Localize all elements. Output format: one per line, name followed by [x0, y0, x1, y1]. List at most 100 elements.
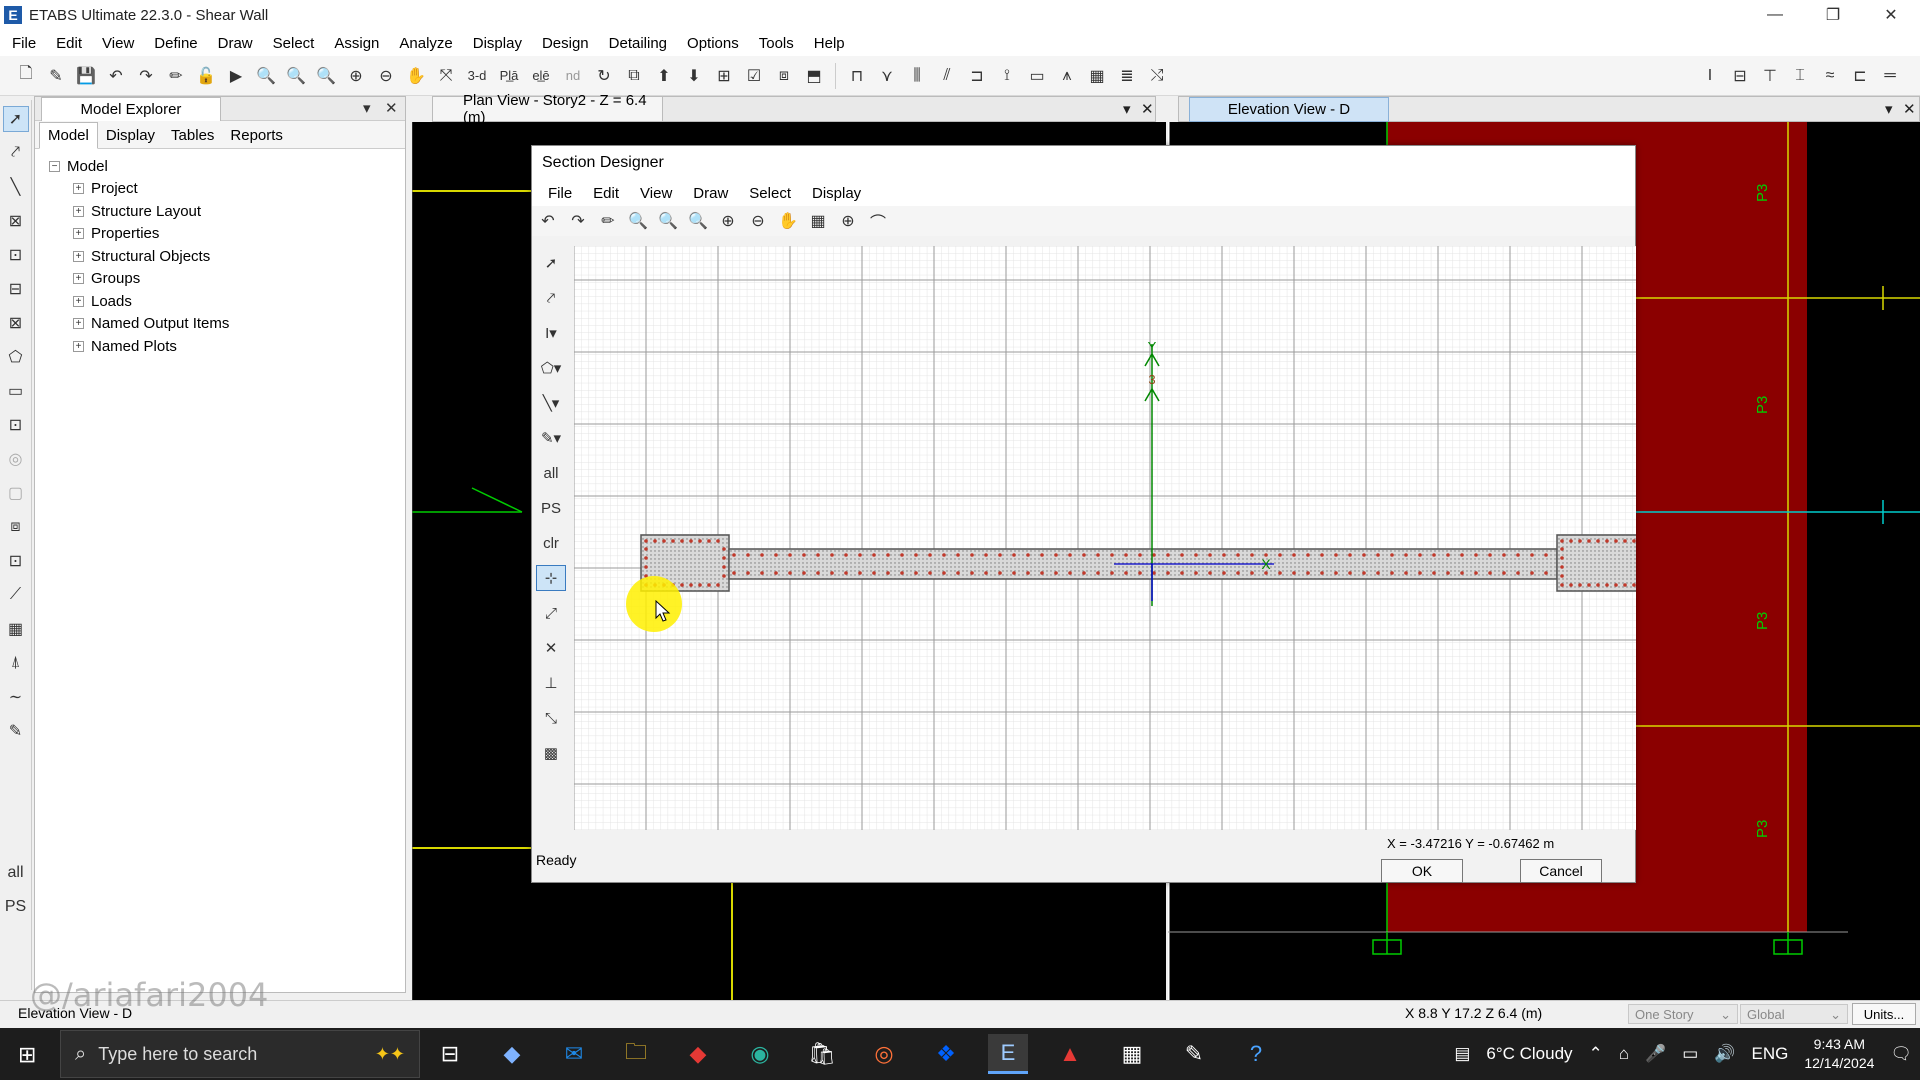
- draw-beam-icon[interactable]: ⫼: [905, 64, 929, 88]
- store-icon[interactable]: 🛍: [802, 1034, 842, 1074]
- rebar[interactable]: [1390, 553, 1394, 557]
- expand-icon[interactable]: +: [73, 205, 84, 217]
- close-icon[interactable]: ✕: [1903, 100, 1916, 118]
- rebar[interactable]: [1488, 571, 1492, 575]
- task-view-icon[interactable]: ⊟: [430, 1034, 470, 1074]
- draw-link-icon[interactable]: ⟋: [3, 582, 29, 608]
- dropdown-icon[interactable]: ▾: [1123, 100, 1131, 118]
- snap-perpendicular-icon[interactable]: ⊥: [536, 670, 566, 696]
- rebar[interactable]: [1012, 553, 1016, 557]
- select-all-button[interactable]: all: [536, 460, 566, 486]
- tree-item-properties[interactable]: + Properties: [49, 223, 405, 246]
- draw-line-icon[interactable]: ╲: [3, 174, 29, 200]
- etabs-taskbar-icon[interactable]: E: [988, 1034, 1028, 1074]
- rebar[interactable]: [698, 539, 702, 543]
- plan-view-tab[interactable]: Plan View - Story2 - Z = 6.4 (m): [433, 92, 663, 126]
- rebar[interactable]: [1587, 539, 1591, 543]
- rebar[interactable]: [680, 583, 684, 587]
- rebar[interactable]: [1068, 571, 1072, 575]
- pointer-rotate-icon[interactable]: ⤧: [434, 64, 458, 88]
- run-icon[interactable]: ▶: [224, 64, 248, 88]
- draw-beam-region-icon[interactable]: ⊠: [3, 208, 29, 234]
- draw-line-bar-icon[interactable]: ╲▾: [536, 390, 566, 416]
- rebar[interactable]: [1138, 553, 1142, 557]
- close-icon[interactable]: ✕: [385, 99, 398, 117]
- paint-icon[interactable]: ✎: [1174, 1034, 1214, 1074]
- sd-menu-display[interactable]: Display: [804, 185, 874, 202]
- rebar[interactable]: [1587, 583, 1591, 587]
- draw-wall-icon[interactable]: ⊐: [965, 64, 989, 88]
- zoom-window-icon[interactable]: 🔍: [254, 64, 278, 88]
- tree-item-structure-layout[interactable]: + Structure Layout: [49, 200, 405, 223]
- rebar[interactable]: [1278, 571, 1282, 575]
- rebar[interactable]: [1166, 571, 1170, 575]
- save-icon[interactable]: 💾: [74, 64, 98, 88]
- rebar[interactable]: [1222, 553, 1226, 557]
- rebar[interactable]: [1516, 553, 1520, 557]
- table-icon[interactable]: ▦: [806, 209, 830, 233]
- rebar[interactable]: [872, 553, 876, 557]
- snap-line-icon[interactable]: ⤢: [536, 600, 566, 626]
- tab-display[interactable]: Display: [98, 123, 163, 148]
- rebar[interactable]: [1530, 553, 1534, 557]
- rebar[interactable]: [928, 571, 932, 575]
- snap-fine-grid-icon[interactable]: ▩: [536, 740, 566, 766]
- zoom-out-icon[interactable]: ⊖: [746, 209, 770, 233]
- rebar[interactable]: [760, 553, 764, 557]
- menu-draw[interactable]: Draw: [210, 35, 265, 52]
- menu-select[interactable]: Select: [265, 35, 327, 52]
- menu-define[interactable]: Define: [146, 35, 209, 52]
- draw-load-icon[interactable]: ⍋: [3, 650, 29, 676]
- rebar[interactable]: [1334, 571, 1338, 575]
- rebar[interactable]: [653, 539, 657, 543]
- text-cursor-icon[interactable]: I: [1698, 64, 1722, 88]
- microphone-icon[interactable]: 🎤: [1645, 1044, 1666, 1064]
- rebar[interactable]: [1124, 553, 1128, 557]
- snap-intersection-icon[interactable]: ✕: [536, 635, 566, 661]
- story-select[interactable]: One Story ⌄: [1628, 1004, 1738, 1024]
- rebar[interactable]: [1623, 583, 1627, 587]
- rebar[interactable]: [1404, 553, 1408, 557]
- tab-model[interactable]: Model: [39, 122, 98, 149]
- rebar[interactable]: [1208, 553, 1212, 557]
- rebar[interactable]: [1560, 565, 1564, 569]
- tree-item-project[interactable]: + Project: [49, 178, 405, 201]
- menu-analyze[interactable]: Analyze: [391, 35, 464, 52]
- draw-slab-icon[interactable]: ▭: [1025, 64, 1049, 88]
- dropbox-icon[interactable]: ❖: [926, 1034, 966, 1074]
- expand-icon[interactable]: +: [73, 295, 84, 307]
- draw-rectangle-icon[interactable]: ▭: [3, 378, 29, 404]
- zoom-in-icon[interactable]: ⊕: [716, 209, 740, 233]
- rebar[interactable]: [1446, 553, 1450, 557]
- rebar[interactable]: [1376, 553, 1380, 557]
- rebar[interactable]: [1502, 571, 1506, 575]
- elevation-view-tab[interactable]: Elevation View - D: [1189, 97, 1389, 122]
- rebar[interactable]: [1544, 553, 1548, 557]
- assign-link-icon[interactable]: ≈: [1818, 64, 1842, 88]
- draw-column-icon[interactable]: ⫽: [935, 64, 959, 88]
- network-icon[interactable]: ⌂: [1619, 1044, 1629, 1064]
- rebar[interactable]: [1180, 571, 1184, 575]
- draw-circle-icon[interactable]: ◎: [3, 446, 29, 472]
- rebar[interactable]: [1605, 539, 1609, 543]
- open-icon[interactable]: ✎: [44, 64, 68, 88]
- rebar[interactable]: [1138, 571, 1142, 575]
- rebar[interactable]: [816, 571, 820, 575]
- rebar[interactable]: [830, 571, 834, 575]
- coord-system-select[interactable]: Global ⌄: [1740, 1004, 1848, 1024]
- grid-icon[interactable]: ⊕: [836, 209, 860, 233]
- redo-icon[interactable]: ↷: [566, 209, 590, 233]
- snap-point-icon[interactable]: ⊹: [536, 565, 566, 591]
- rebar[interactable]: [1460, 553, 1464, 557]
- select-previous-button[interactable]: PS: [536, 495, 566, 521]
- snap-edge-icon[interactable]: ⤡: [536, 705, 566, 731]
- check-icon[interactable]: ☑: [742, 64, 766, 88]
- zoom-window-icon[interactable]: 🔍: [626, 209, 650, 233]
- expand-icon[interactable]: +: [73, 273, 84, 285]
- reshape-icon[interactable]: ⤤: [536, 285, 566, 311]
- expand-icon[interactable]: +: [73, 228, 84, 240]
- rebar[interactable]: [1569, 539, 1573, 543]
- draw-column-region-icon[interactable]: ⊡: [3, 242, 29, 268]
- dropdown-icon[interactable]: ▾: [1885, 100, 1893, 118]
- rebar[interactable]: [707, 583, 711, 587]
